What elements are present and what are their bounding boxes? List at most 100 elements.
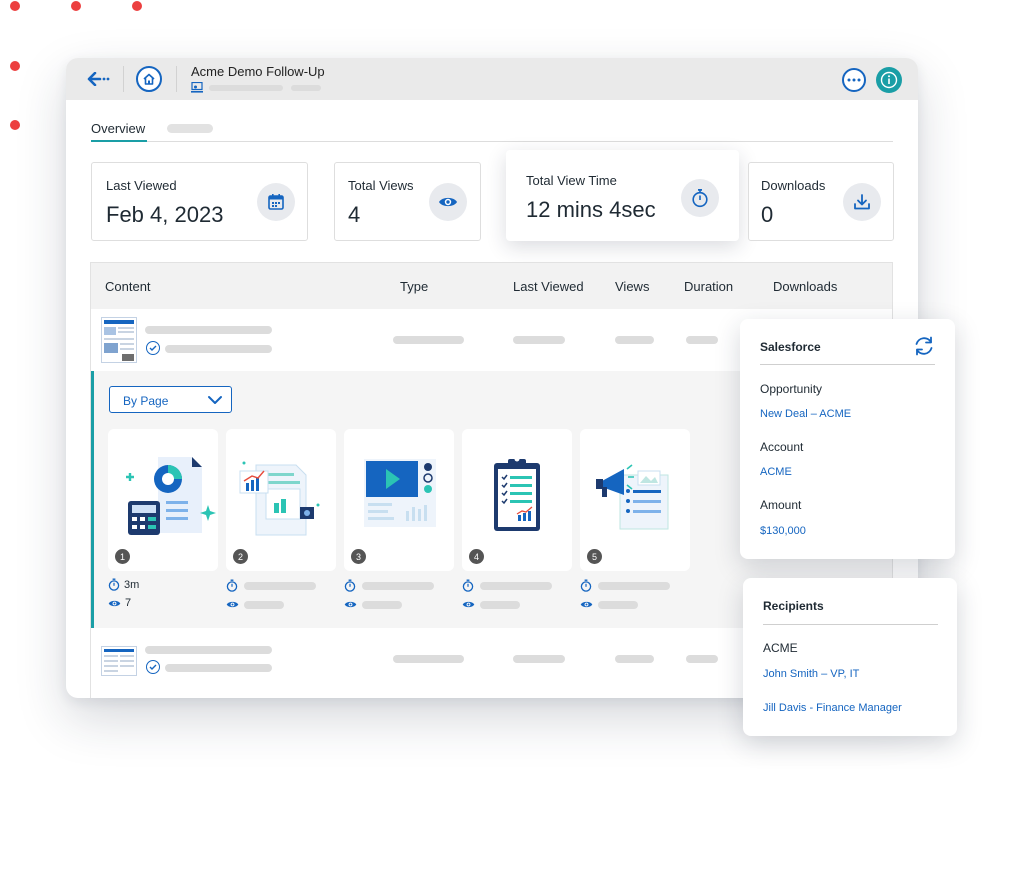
table-header: Content Type Last Viewed Views Duration … <box>91 263 892 309</box>
video-dashboard-illustration <box>364 459 436 527</box>
views-placeholder <box>615 336 654 344</box>
column-header-views: Views <box>615 279 650 294</box>
page-thumbnail[interactable]: 4 <box>462 429 572 571</box>
page-number-badge: 4 <box>469 549 484 564</box>
opportunity-link[interactable]: New Deal – ACME <box>760 408 851 420</box>
salesforce-panel: Salesforce Opportunity New Deal – ACME A… <box>740 319 955 559</box>
amount-label: Amount <box>760 498 802 512</box>
decorative-dot <box>10 1 20 11</box>
tab-divider <box>91 141 893 142</box>
column-header-last-viewed: Last Viewed <box>513 279 584 294</box>
calendar-icon <box>268 194 284 210</box>
type-placeholder <box>393 655 464 663</box>
metric-placeholder <box>362 601 402 609</box>
check-circle-icon <box>146 660 160 674</box>
decorative-dot <box>10 61 20 71</box>
account-link[interactable]: ACME <box>760 466 792 478</box>
page-thumbnail[interactable]: 3 <box>344 429 454 571</box>
column-header-duration: Duration <box>684 279 734 294</box>
stopwatch-icon <box>344 579 356 592</box>
panel-divider <box>763 624 938 625</box>
window-title: Acme Demo Follow-Up <box>191 64 325 79</box>
metric-placeholder <box>598 582 670 590</box>
duration-placeholder <box>686 336 718 344</box>
presenter-icon <box>191 82 203 93</box>
dropdown-selected-value: By Page <box>123 394 169 408</box>
decorative-dot <box>71 1 81 11</box>
page-number-badge: 5 <box>587 549 602 564</box>
calculator-report-illustration <box>126 457 216 535</box>
stopwatch-icon <box>226 579 238 592</box>
megaphone-announcement-illustration <box>596 464 669 530</box>
page-views: 7 <box>108 597 131 609</box>
page-number-badge: 3 <box>351 549 366 564</box>
download-icon <box>854 194 870 210</box>
title-bar: Acme Demo Follow-Up <box>66 58 918 100</box>
last-viewed-card: Last Viewed Feb 4, 2023 <box>91 162 308 241</box>
type-placeholder <box>393 336 464 344</box>
eye-icon <box>108 600 121 606</box>
last-viewed-placeholder <box>513 655 565 663</box>
page-thumbnail[interactable]: 5 <box>580 429 690 571</box>
eye-icon <box>439 197 457 207</box>
analytics-report-illustration <box>239 461 320 536</box>
stopwatch-icon <box>108 578 120 591</box>
tab-overview[interactable]: Overview <box>91 121 145 136</box>
stat-value: Feb 4, 2023 <box>106 202 224 227</box>
stopwatch-icon <box>692 189 708 208</box>
opportunity-label: Opportunity <box>760 382 823 396</box>
metric-placeholder <box>244 601 284 609</box>
page-thumbnail[interactable]: 1 <box>108 429 218 571</box>
page-duration-value: 3m <box>124 578 140 591</box>
info-icon <box>880 71 898 89</box>
eye-icon <box>344 601 357 608</box>
subtitle-placeholder <box>291 85 321 91</box>
view-mode-dropdown[interactable]: By Page <box>109 386 232 413</box>
stat-label: Downloads <box>761 178 826 193</box>
divider <box>176 66 177 92</box>
title-placeholder <box>145 326 272 334</box>
refresh-button[interactable] <box>912 334 936 358</box>
more-options-button[interactable] <box>842 68 866 92</box>
home-button[interactable] <box>136 66 162 92</box>
download-icon-wrap <box>843 183 881 221</box>
document-thumbnail <box>101 646 137 676</box>
stopwatch-icon <box>462 579 474 592</box>
metric-placeholder <box>362 582 434 590</box>
checklist-clipboard-illustration <box>494 456 540 531</box>
page-views-value: 7 <box>125 597 132 609</box>
panel-title: Recipients <box>763 599 824 613</box>
back-button[interactable] <box>86 67 112 91</box>
downloads-card: Downloads 0 <box>748 162 894 241</box>
subtitle-placeholder <box>209 85 283 91</box>
eye-icon <box>462 601 475 608</box>
stat-value: 0 <box>761 202 774 227</box>
metric-placeholder <box>480 582 552 590</box>
document-thumbnail <box>101 317 137 363</box>
tab-placeholder[interactable] <box>167 124 213 133</box>
recipient-link[interactable]: John Smith – VP, IT <box>763 668 859 680</box>
total-views-card: Total Views 4 <box>334 162 481 241</box>
stat-label: Total Views <box>348 178 414 193</box>
panel-divider <box>760 364 935 365</box>
page-thumbnail[interactable]: 2 <box>226 429 336 571</box>
views-placeholder <box>615 655 654 663</box>
title-placeholder <box>145 646 272 654</box>
refresh-icon <box>915 336 933 356</box>
info-button[interactable] <box>876 67 902 93</box>
column-header-content: Content <box>105 279 151 294</box>
eye-icon-wrap <box>429 183 467 221</box>
calendar-icon-wrap <box>257 183 295 221</box>
back-arrow-icon <box>87 72 110 86</box>
stat-value: 12 mins 4sec <box>526 197 656 222</box>
divider <box>123 66 124 92</box>
page-number-badge: 1 <box>115 549 130 564</box>
decorative-dot <box>132 1 142 11</box>
stopwatch-icon <box>580 579 592 592</box>
page-number-badge: 2 <box>233 549 248 564</box>
chevron-down-icon <box>208 396 222 404</box>
stat-label: Total View Time <box>526 173 617 188</box>
decorative-dot <box>10 120 20 130</box>
stat-value: 4 <box>348 202 361 227</box>
recipient-link[interactable]: Jill Davis - Finance Manager <box>763 702 902 714</box>
